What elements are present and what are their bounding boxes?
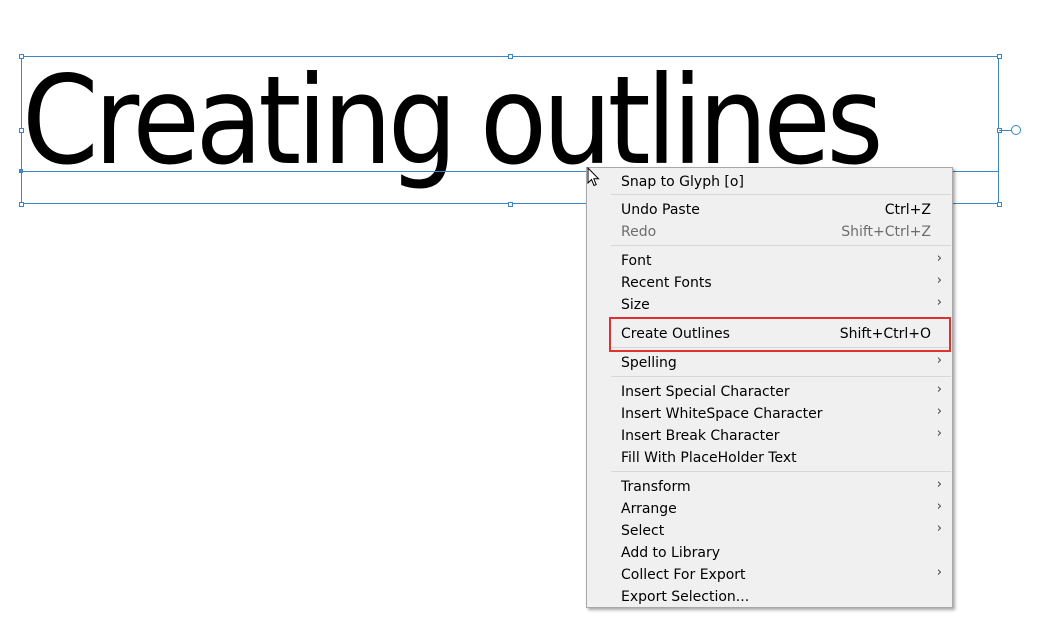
- menu-item-label: Undo Paste: [621, 202, 700, 218]
- menu-item-label: Snap to Glyph [o]: [621, 174, 744, 190]
- menu-item-label: Spelling: [621, 355, 677, 371]
- menu-item-insert-break-character[interactable]: Insert Break Character ›: [587, 425, 952, 447]
- menu-item-undo-paste[interactable]: Undo Paste Ctrl+Z: [587, 199, 952, 221]
- resize-handle-bottom[interactable]: [508, 202, 513, 207]
- menu-item-redo[interactable]: Redo Shift+Ctrl+Z: [587, 221, 952, 243]
- submenu-arrow-icon: ›: [936, 273, 942, 288]
- menu-item-arrange[interactable]: Arrange ›: [587, 498, 952, 520]
- resize-handle-top[interactable]: [508, 54, 513, 59]
- menu-item-label: Add to Library: [621, 545, 721, 561]
- menu-item-label: Collect For Export: [621, 567, 746, 583]
- submenu-arrow-icon: ›: [936, 353, 942, 368]
- menu-separator: [611, 471, 951, 472]
- menu-item-recent-fonts[interactable]: Recent Fonts ›: [587, 272, 952, 294]
- menu-item-label: Select: [621, 523, 665, 539]
- menu-item-label: Insert Special Character: [621, 384, 790, 400]
- menu-item-label: Insert Break Character: [621, 428, 780, 444]
- menu-item-label: Export Selection...: [621, 589, 750, 605]
- menu-item-label: Size: [621, 297, 650, 313]
- menu-item-label: Fill With PlaceHolder Text: [621, 450, 797, 466]
- menu-separator: [611, 245, 951, 246]
- text-out-port[interactable]: [1011, 125, 1021, 135]
- submenu-arrow-icon: ›: [936, 477, 942, 492]
- menu-item-select[interactable]: Select ›: [587, 520, 952, 542]
- resize-handle-top-right[interactable]: [997, 54, 1002, 59]
- artboard[interactable]: Creating outlines Snap to Glyph [o] Undo…: [0, 0, 1038, 623]
- menu-item-insert-whitespace-character[interactable]: Insert WhiteSpace Character ›: [587, 403, 952, 425]
- resize-handle-top-left[interactable]: [19, 54, 24, 59]
- submenu-arrow-icon: ›: [936, 565, 942, 580]
- submenu-arrow-icon: ›: [936, 426, 942, 441]
- resize-handle-bottom-left[interactable]: [19, 202, 24, 207]
- submenu-arrow-icon: ›: [936, 382, 942, 397]
- submenu-arrow-icon: ›: [936, 521, 942, 536]
- resize-handle-bottom-right[interactable]: [997, 202, 1002, 207]
- menu-item-label: Font: [621, 253, 652, 269]
- menu-item-label: Insert WhiteSpace Character: [621, 406, 823, 422]
- menu-item-collect-for-export[interactable]: Collect For Export ›: [587, 564, 952, 586]
- menu-item-shortcut: Ctrl+Z: [884, 202, 931, 218]
- mouse-pointer-icon: [587, 167, 600, 187]
- menu-item-add-to-library[interactable]: Add to Library: [587, 542, 952, 564]
- menu-item-insert-special-character[interactable]: Insert Special Character ›: [587, 381, 952, 403]
- submenu-arrow-icon: ›: [936, 499, 942, 514]
- submenu-arrow-icon: ›: [936, 295, 942, 310]
- submenu-arrow-icon: ›: [936, 404, 942, 419]
- menu-item-shortcut: Shift+Ctrl+Z: [841, 224, 931, 240]
- menu-item-snap-to-glyph[interactable]: Snap to Glyph [o]: [587, 171, 952, 193]
- submenu-arrow-icon: ›: [936, 251, 942, 266]
- menu-separator: [611, 376, 951, 377]
- menu-item-export-selection[interactable]: Export Selection...: [587, 586, 952, 608]
- menu-item-size[interactable]: Size ›: [587, 294, 952, 316]
- highlight-box-create-outlines: [609, 317, 951, 352]
- menu-item-font[interactable]: Font ›: [587, 250, 952, 272]
- context-menu: Snap to Glyph [o] Undo Paste Ctrl+Z Redo…: [586, 167, 953, 608]
- menu-item-label: Recent Fonts: [621, 275, 712, 291]
- resize-handle-left[interactable]: [19, 128, 24, 133]
- menu-item-label: Redo: [621, 224, 657, 240]
- menu-separator: [611, 194, 951, 195]
- menu-item-label: Transform: [621, 479, 691, 495]
- baseline-anchor-point[interactable]: [19, 169, 23, 173]
- menu-item-fill-with-placeholder-text[interactable]: Fill With PlaceHolder Text: [587, 447, 952, 469]
- menu-item-transform[interactable]: Transform ›: [587, 476, 952, 498]
- menu-item-spelling[interactable]: Spelling ›: [587, 352, 952, 374]
- menu-item-label: Arrange: [621, 501, 677, 517]
